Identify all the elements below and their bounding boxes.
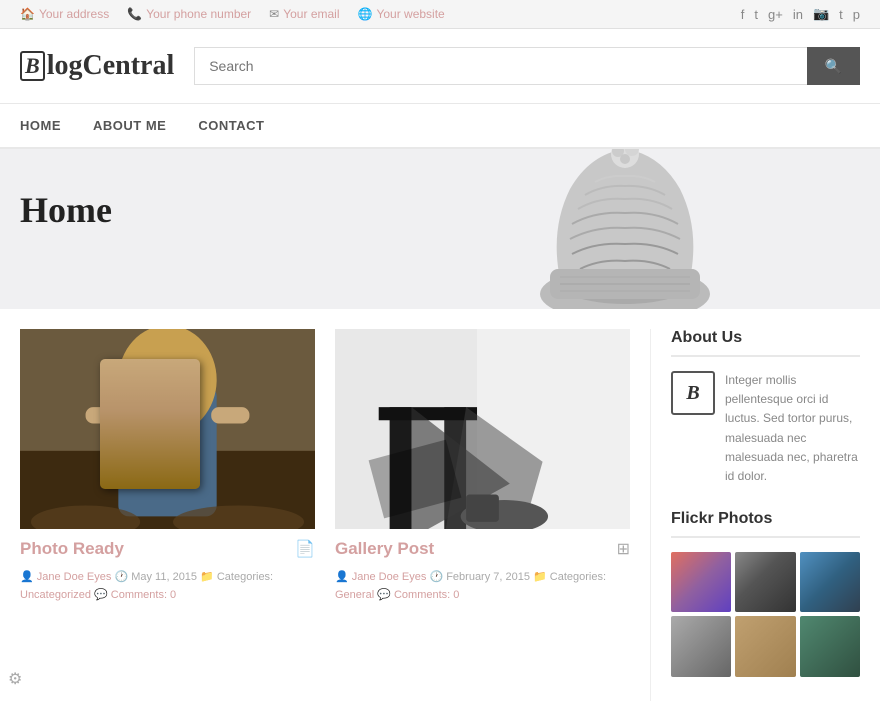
phone-link[interactable]: Your phone number [146, 7, 251, 21]
clock-icon: 🕐 [114, 571, 131, 583]
folder-icon: 📁 Categories: [200, 571, 273, 583]
sidebar: About Us B Integer mollis pellentesque o… [650, 329, 860, 701]
flickr-section: Flickr Photos [671, 510, 860, 677]
pinterest-icon[interactable]: p [853, 7, 860, 22]
nav-link-contact[interactable]: CONTACT [182, 104, 280, 147]
main-nav: HOME ABOUT ME CONTACT [0, 104, 880, 149]
logo-text: logCentral [47, 50, 175, 82]
search-button[interactable]: 🔍 [807, 47, 860, 85]
post-1-meta-bar: Photo Ready 📄 [20, 529, 315, 565]
about-us-heading: About Us [671, 329, 860, 357]
post-1-title[interactable]: Photo Ready [20, 539, 124, 559]
flickr-thumb-2[interactable] [735, 552, 795, 612]
hero-image [530, 149, 720, 309]
facebook-icon[interactable]: f [741, 7, 745, 22]
about-us-content: B Integer mollis pellentesque orci id lu… [671, 371, 860, 486]
post-2-author[interactable]: Jane Doe Eyes [352, 571, 427, 583]
about-us-logo: B [671, 371, 715, 415]
post-2-title[interactable]: Gallery Post [335, 539, 434, 559]
flickr-thumb-4[interactable] [671, 616, 731, 676]
hero-banner: Home [0, 149, 880, 309]
tumblr-icon[interactable]: t [839, 7, 843, 22]
flickr-thumb-5[interactable] [735, 616, 795, 676]
nav-item-home: HOME [20, 104, 77, 147]
address-link[interactable]: Your address [39, 7, 109, 21]
page-title: Home [20, 189, 112, 231]
nav-item-contact: CONTACT [182, 104, 280, 147]
phone-icon: 📞 [127, 7, 142, 21]
about-us-section: About Us B Integer mollis pellentesque o… [671, 329, 860, 486]
search-container: 🔍 [194, 47, 860, 85]
website-link[interactable]: Your website [376, 7, 444, 21]
email-link[interactable]: Your email [283, 7, 339, 21]
twitter-icon[interactable]: t [754, 7, 758, 22]
post-card-2: Gallery Post ⊞ 👤 Jane Doe Eyes 🕐 Februar… [335, 329, 630, 701]
about-us-text: Integer mollis pellentesque orci id luct… [725, 371, 860, 486]
post-card-1: Photo Ready 📄 👤 Jane Doe Eyes 🕐 May 11, … [20, 329, 315, 701]
email-icon: ✉ [269, 7, 279, 21]
post-image-1 [20, 329, 315, 529]
post-1-comments[interactable]: Comments: 0 [111, 589, 176, 601]
person-icon-2: 👤 [335, 571, 352, 583]
flickr-thumb-1[interactable] [671, 552, 731, 612]
post-2-comments[interactable]: Comments: 0 [394, 589, 459, 601]
post-2-type-icon: ⊞ [617, 539, 630, 559]
nav-link-home[interactable]: HOME [20, 104, 77, 147]
social-links: f t g+ in 📷 t p [741, 6, 860, 22]
website-item: 🌐 Your website [358, 7, 445, 21]
post-1-info: 👤 Jane Doe Eyes 🕐 May 11, 2015 📁 Categor… [20, 565, 315, 608]
post-1-date: May 11, 2015 [131, 571, 197, 583]
flickr-heading: Flickr Photos [671, 510, 860, 538]
post-1-author[interactable]: Jane Doe Eyes [37, 571, 112, 583]
folder-icon-2: 📁 Categories: [533, 571, 606, 583]
post-2-category[interactable]: General [335, 589, 374, 601]
comment-icon-2: 💬 [377, 589, 394, 601]
search-input[interactable] [194, 47, 806, 85]
web-icon: 🌐 [358, 7, 373, 21]
site-logo[interactable]: BlogCentral [20, 50, 174, 82]
gear-icon[interactable]: ⚙ [8, 669, 22, 689]
post-image-2 [335, 329, 630, 529]
post-2-info: 👤 Jane Doe Eyes 🕐 February 7, 2015 📁 Cat… [335, 565, 630, 608]
linkedin-icon[interactable]: in [793, 7, 803, 22]
phone-item: 📞 Your phone number [127, 7, 251, 21]
post-1-type-icon: 📄 [295, 539, 315, 559]
logo-bracket: B [20, 51, 45, 81]
address-icon: 🏠 [20, 7, 35, 21]
flickr-thumb-6[interactable] [800, 616, 860, 676]
top-bar-left: 🏠 Your address 📞 Your phone number ✉ You… [20, 7, 445, 21]
address-item: 🏠 Your address [20, 7, 109, 21]
posts-area: Photo Ready 📄 👤 Jane Doe Eyes 🕐 May 11, … [20, 329, 630, 701]
clock-icon-2: 🕐 [429, 571, 446, 583]
site-header: BlogCentral 🔍 [0, 29, 880, 104]
post-1-category[interactable]: Uncategorized [20, 589, 91, 601]
email-item: ✉ Your email [269, 7, 339, 21]
nav-link-about[interactable]: ABOUT ME [77, 104, 182, 147]
googleplus-icon[interactable]: g+ [768, 7, 783, 22]
post-2-date: February 7, 2015 [446, 571, 530, 583]
flickr-grid [671, 552, 860, 677]
top-bar: 🏠 Your address 📞 Your phone number ✉ You… [0, 0, 880, 29]
nav-item-about: ABOUT ME [77, 104, 182, 147]
post-2-meta-bar: Gallery Post ⊞ [335, 529, 630, 565]
content-area: Photo Ready 📄 👤 Jane Doe Eyes 🕐 May 11, … [0, 309, 880, 721]
comment-icon: 💬 [94, 589, 111, 601]
about-logo-letter: B [686, 382, 699, 405]
person-icon: 👤 [20, 571, 37, 583]
flickr-thumb-3[interactable] [800, 552, 860, 612]
instagram-icon[interactable]: 📷 [813, 6, 829, 22]
